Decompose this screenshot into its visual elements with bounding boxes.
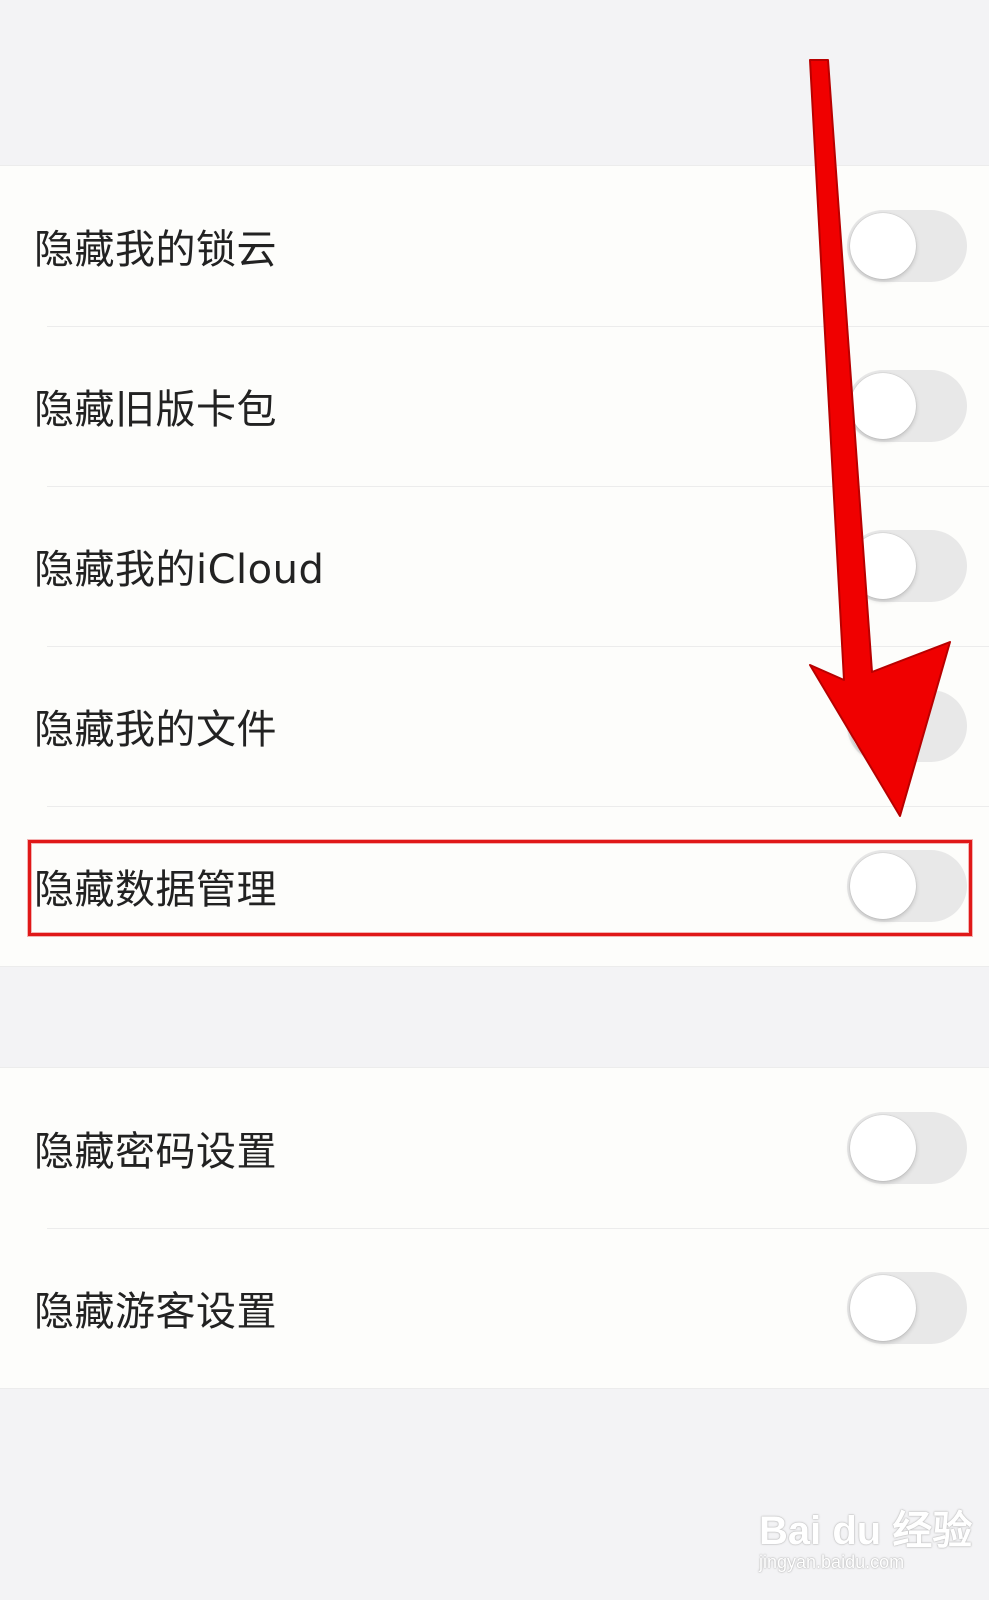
toggle-knob: [850, 373, 916, 439]
toggle-knob: [850, 533, 916, 599]
toggle-knob: [850, 693, 916, 759]
hide-lock-cloud-toggle[interactable]: [847, 210, 967, 282]
row-label: 隐藏数据管理: [34, 867, 277, 913]
hide-password-settings-toggle[interactable]: [847, 1112, 967, 1184]
toggle-knob: [850, 1275, 916, 1341]
baidu-jingyan-watermark: Bai du 经验 jingyan.baidu.com: [755, 1490, 972, 1580]
settings-row-hide-lock-cloud: 隐藏我的锁云: [0, 166, 989, 326]
hide-data-management-toggle[interactable]: [847, 850, 967, 922]
hide-old-wallet-toggle[interactable]: [847, 370, 967, 442]
row-label: 隐藏密码设置: [34, 1129, 277, 1175]
settings-row-hide-guest-settings: 隐藏游客设置: [0, 1228, 989, 1388]
hide-guest-settings-toggle[interactable]: [847, 1272, 967, 1344]
settings-row-hide-data-management: 隐藏数据管理: [0, 806, 989, 966]
settings-row-hide-icloud: 隐藏我的iCloud: [0, 486, 989, 646]
settings-group-2: 隐藏密码设置 隐藏游客设置: [0, 1067, 989, 1389]
row-label: 隐藏我的锁云: [34, 227, 277, 273]
watermark-logo: Bai du 经验: [759, 1509, 973, 1553]
settings-row-hide-password-settings: 隐藏密码设置: [0, 1068, 989, 1228]
toggle-knob: [850, 853, 916, 919]
row-label: 隐藏我的文件: [34, 707, 277, 753]
toggle-knob: [850, 1115, 916, 1181]
hide-my-files-toggle[interactable]: [847, 690, 967, 762]
watermark-site: jingyan.baidu.com: [759, 1552, 905, 1572]
settings-row-hide-my-files: 隐藏我的文件: [0, 646, 989, 806]
hide-icloud-toggle[interactable]: [847, 530, 967, 602]
row-label: 隐藏游客设置: [34, 1289, 277, 1335]
row-label: 隐藏我的iCloud: [34, 547, 325, 593]
settings-group-1: 隐藏我的锁云 隐藏旧版卡包 隐藏我的iCloud 隐藏我的文件 隐藏数据管理: [0, 165, 989, 967]
row-label: 隐藏旧版卡包: [34, 387, 277, 433]
toggle-knob: [850, 213, 916, 279]
settings-row-hide-old-wallet: 隐藏旧版卡包: [0, 326, 989, 486]
